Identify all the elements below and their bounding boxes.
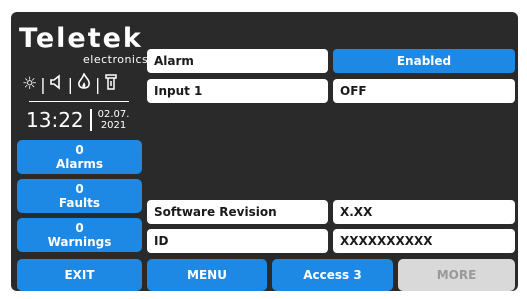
clock: 13:22 02.07. 2021 — [26, 108, 129, 132]
warnings-count: 0 — [75, 221, 84, 235]
brand-logo: Teletek — [19, 23, 143, 54]
software-revision-label: Software Revision — [147, 200, 328, 224]
clock-date: 02.07. 2021 — [98, 109, 130, 131]
clock-date-day: 02.07. — [97, 109, 130, 120]
separator: | — [95, 74, 101, 94]
clock-date-year: 2021 — [100, 120, 127, 131]
clock-separator — [89, 109, 92, 131]
more-button[interactable]: MORE — [398, 259, 515, 291]
software-revision-value: X.XX — [333, 200, 515, 224]
access-level-button[interactable]: Access 3 — [272, 259, 393, 291]
faults-count: 0 — [75, 182, 84, 196]
separator: | — [40, 74, 46, 94]
panel-screen: Teletek electronics ☼ | | | 13:22 02.07.… — [11, 12, 518, 291]
separator: | — [67, 74, 74, 94]
alarm-value-button[interactable]: Enabled — [333, 49, 515, 73]
divider — [29, 101, 129, 102]
speaker-icon — [49, 73, 65, 95]
alarm-label: Alarm — [147, 49, 328, 73]
status-icons: ☼ | | | — [22, 71, 146, 96]
input1-label: Input 1 — [147, 79, 328, 103]
sun-icon: ☼ — [22, 74, 38, 94]
warnings-counter-button[interactable]: 0 Warnings — [17, 218, 142, 252]
id-label: ID — [147, 229, 328, 253]
exit-button[interactable]: EXIT — [17, 259, 142, 291]
tap-icon — [103, 73, 119, 96]
flame-icon — [76, 71, 92, 96]
clock-time: 13:22 — [26, 108, 84, 132]
faults-counter-button[interactable]: 0 Faults — [17, 179, 142, 213]
alarms-count: 0 — [75, 143, 84, 157]
input1-value[interactable]: OFF — [333, 79, 515, 103]
alarms-counter-button[interactable]: 0 Alarms — [17, 140, 142, 174]
alarms-label: Alarms — [55, 157, 104, 171]
id-value: XXXXXXXXXX — [333, 229, 515, 253]
faults-label: Faults — [58, 196, 101, 210]
menu-button[interactable]: MENU — [147, 259, 267, 291]
brand-subtitle: electronics — [83, 53, 149, 66]
warnings-label: Warnings — [47, 235, 112, 249]
